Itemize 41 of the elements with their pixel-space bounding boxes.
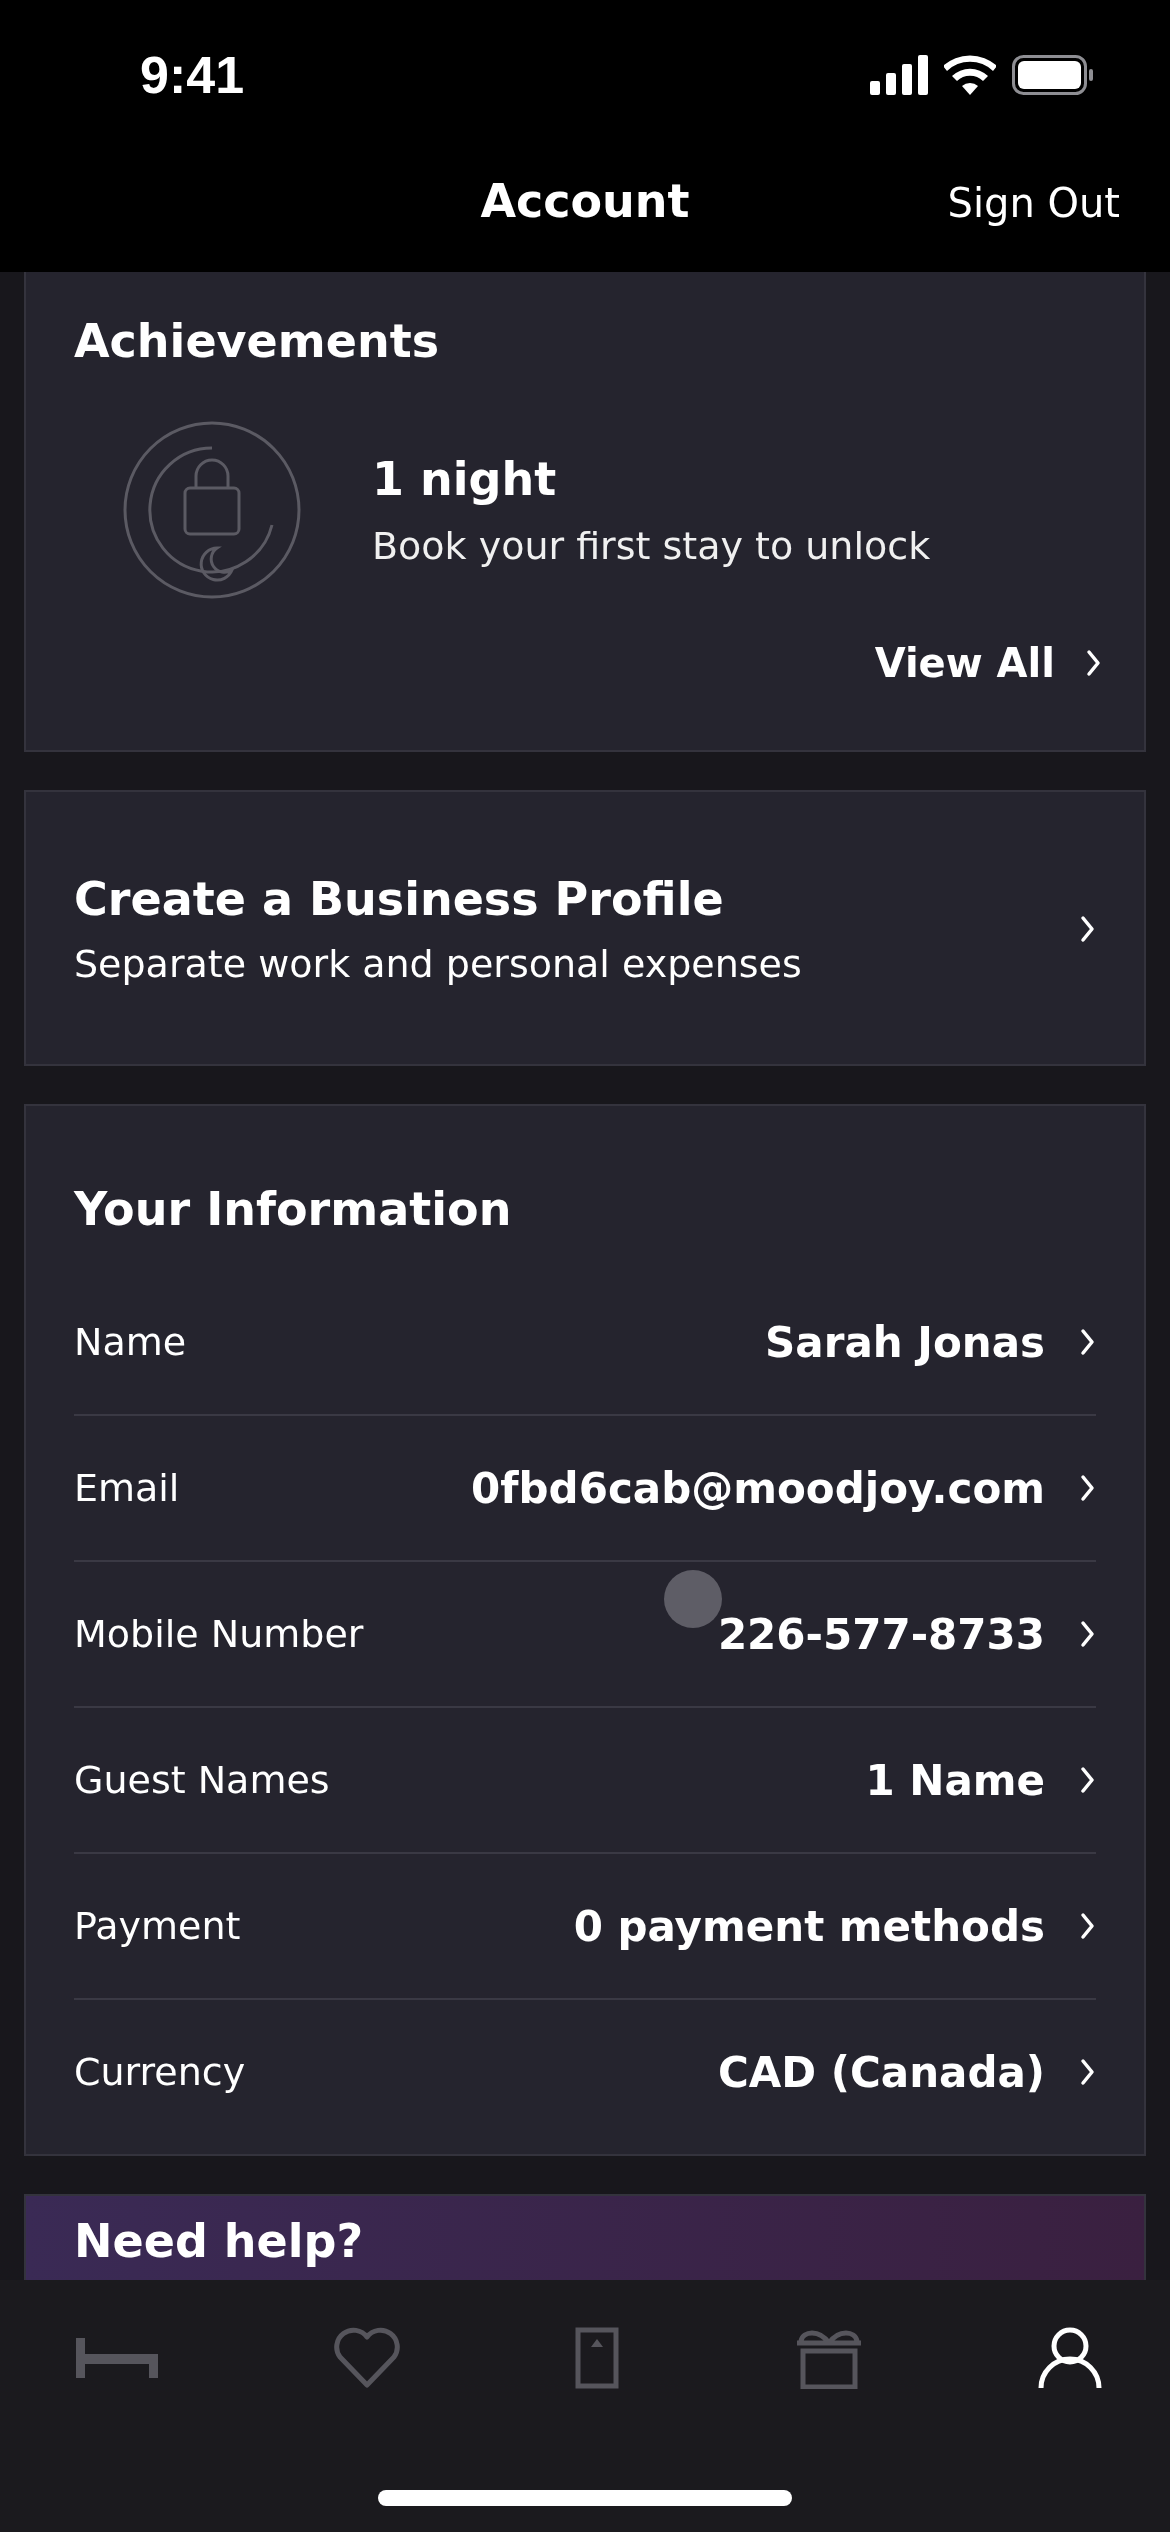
section-title: Your Information bbox=[74, 1182, 513, 1236]
row-value: 0fbd6cab@moodjoy.com bbox=[471, 1463, 1045, 1513]
signal-icon bbox=[870, 55, 928, 95]
row-value: Sarah Jonas bbox=[765, 1317, 1045, 1367]
tab-button[interactable] bbox=[1038, 2326, 1102, 2390]
row-label: Name bbox=[74, 1320, 188, 1364]
row-label: Guest Names bbox=[74, 1758, 331, 1802]
chevron-icon bbox=[1079, 1474, 1096, 1502]
profile-icon bbox=[1038, 2326, 1102, 2390]
card-title: Create a Business Profile bbox=[74, 872, 725, 926]
locked-badge-icon bbox=[122, 420, 302, 600]
row-value: 226-577-8733 bbox=[717, 1609, 1045, 1659]
row-label: Mobile Number bbox=[74, 1612, 365, 1656]
section-title: Achievements bbox=[74, 314, 440, 368]
row-label: Currency bbox=[74, 2050, 247, 2094]
business-profile-card[interactable]: Create a Business Profile Separate work and personal expenses bbox=[24, 790, 1146, 1066]
row-label: Payment bbox=[74, 1904, 242, 1948]
row-label: Email bbox=[74, 1466, 181, 1510]
battery-icon bbox=[1012, 55, 1094, 95]
sign-out-button[interactable]: Sign Out bbox=[947, 180, 1120, 226]
chevron-icon bbox=[1079, 1912, 1096, 1940]
row-value: 1 Name bbox=[865, 1755, 1045, 1805]
row-value: CAD (Canada) bbox=[717, 2047, 1045, 2097]
chevron-icon bbox=[1079, 1620, 1096, 1648]
status-time: 9:41 bbox=[140, 45, 245, 105]
chevron-icon bbox=[1085, 649, 1102, 677]
chevron-icon bbox=[1079, 1766, 1096, 1794]
bed-icon bbox=[76, 2338, 158, 2378]
achievement-title: 1 night bbox=[372, 452, 558, 506]
row-value: 0 payment methods bbox=[573, 1901, 1045, 1951]
chevron-icon bbox=[1079, 2058, 1096, 2086]
card-subtitle: Separate work and personal expenses bbox=[74, 942, 802, 986]
door-icon bbox=[575, 2327, 619, 2389]
heart-icon bbox=[333, 2327, 400, 2389]
page-title: Account bbox=[480, 174, 690, 228]
chevron-icon bbox=[1079, 1328, 1096, 1356]
view-all-link[interactable]: View All bbox=[874, 640, 1102, 686]
achievement-description: Book your first stay to unlock bbox=[372, 524, 931, 568]
chevron-icon bbox=[1079, 915, 1096, 943]
wifi-icon bbox=[944, 55, 996, 95]
section-title: Need help? bbox=[74, 2214, 365, 2268]
